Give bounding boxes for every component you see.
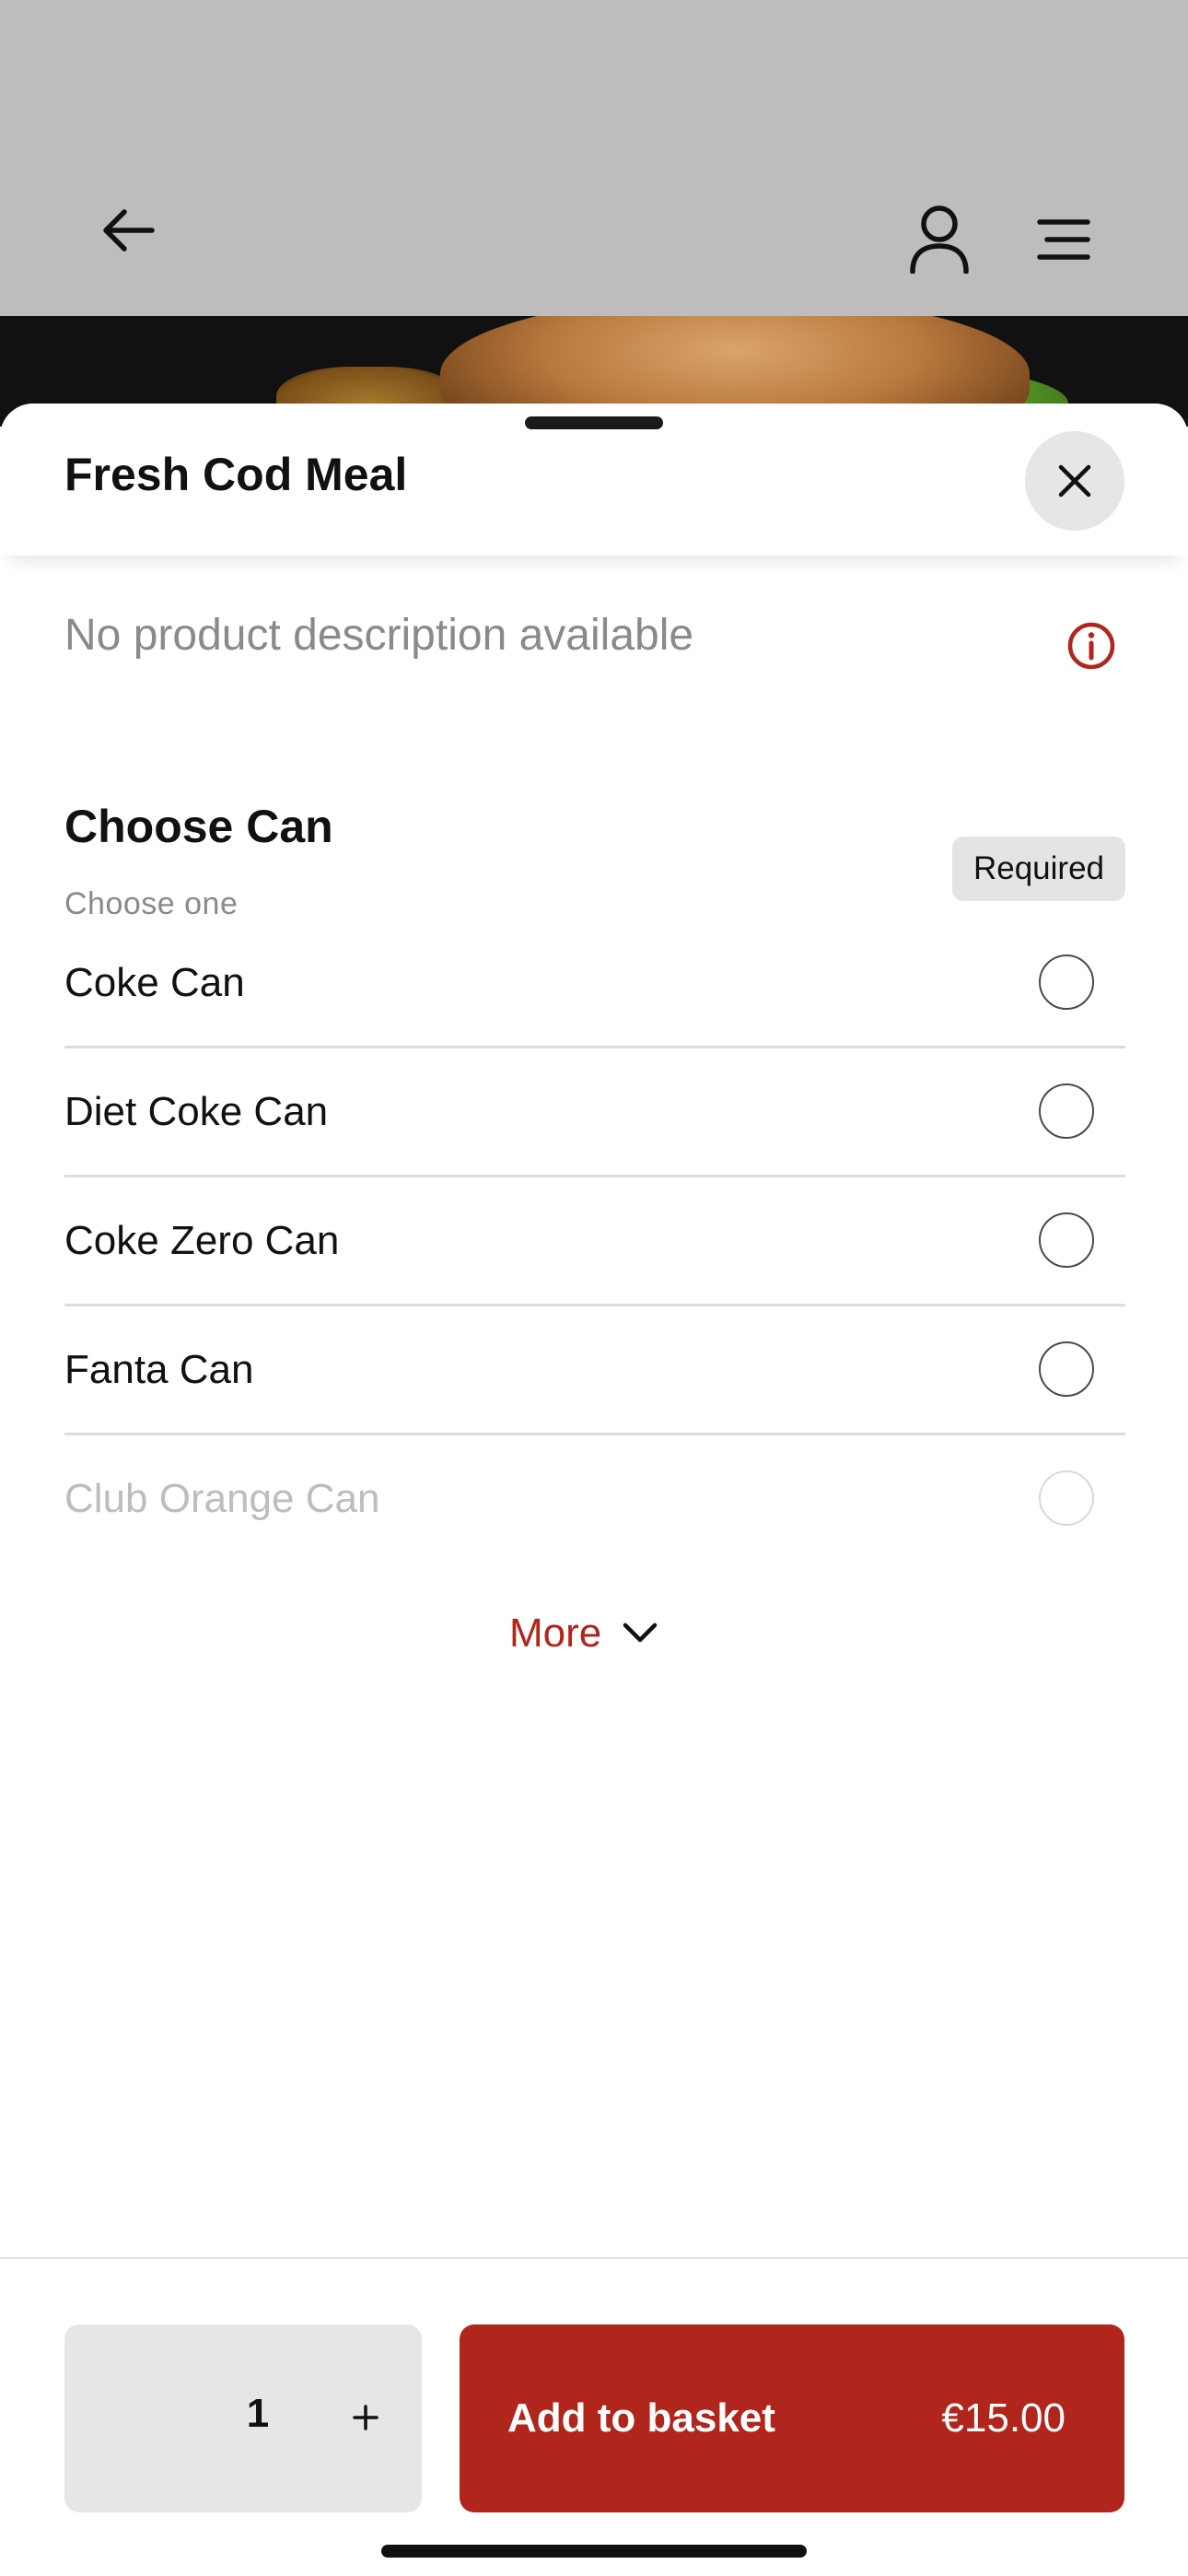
product-title: Fresh Cod Meal [64,449,408,500]
option-coke-zero-can[interactable]: Coke Zero Can [64,1177,1125,1306]
option-label: Coke Zero Can [64,1218,340,1263]
option-group-title: Choose Can [64,801,333,852]
quantity-value: 1 [246,2391,270,2436]
option-club-orange-can[interactable]: Club Orange Can [64,1435,1125,1564]
add-to-basket-label: Add to basket [507,2395,775,2441]
option-fanta-can[interactable]: Fanta Can [64,1306,1125,1435]
screen: Fresh Cod Meal No product description av… [0,0,1188,2576]
chevron-down-icon [623,1622,658,1643]
product-sheet: Fresh Cod Meal No product description av… [0,404,1188,2576]
option-coke-can[interactable]: Coke Can [64,919,1125,1048]
plus-icon [353,2405,379,2430]
price-label: €15.00 [941,2395,1066,2441]
option-label: Diet Coke Can [64,1089,329,1134]
close-icon [1058,464,1091,498]
sheet-header: Fresh Cod Meal [0,404,1188,556]
hamburger-menu-icon[interactable] [1022,203,1105,276]
option-label: Fanta Can [64,1347,254,1392]
quantity-stepper[interactable]: 1 [64,2324,422,2512]
more-label: More [509,1610,602,1656]
add-to-basket-button[interactable]: Add to basket €15.00 [460,2324,1124,2512]
option-diet-coke-can[interactable]: Diet Coke Can [64,1048,1125,1177]
plus-button[interactable] [332,2383,400,2452]
more-button[interactable]: More [509,1610,658,1657]
option-label: Coke Can [64,960,245,1005]
info-icon[interactable] [1066,621,1116,671]
option-group-subtitle: Choose one [64,886,239,921]
user-icon[interactable] [898,198,981,281]
close-button[interactable] [1025,431,1124,531]
radio-button[interactable] [1039,1470,1094,1526]
sheet-grabber[interactable] [525,416,663,429]
option-label: Club Orange Can [64,1476,380,1521]
arrow-left-icon[interactable] [87,193,169,267]
option-list: Coke Can Diet Coke Can Coke Zero Can Fan… [64,919,1125,1564]
top-bar [0,0,1188,319]
required-badge: Required [952,837,1125,901]
radio-button[interactable] [1039,1212,1094,1268]
product-description: No product description available [64,611,694,660]
radio-button[interactable] [1039,954,1094,1010]
radio-button[interactable] [1039,1341,1094,1397]
radio-button[interactable] [1039,1083,1094,1139]
home-indicator [381,2545,807,2558]
basket-footer: 1 Add to basket €15.00 [0,2257,1188,2576]
